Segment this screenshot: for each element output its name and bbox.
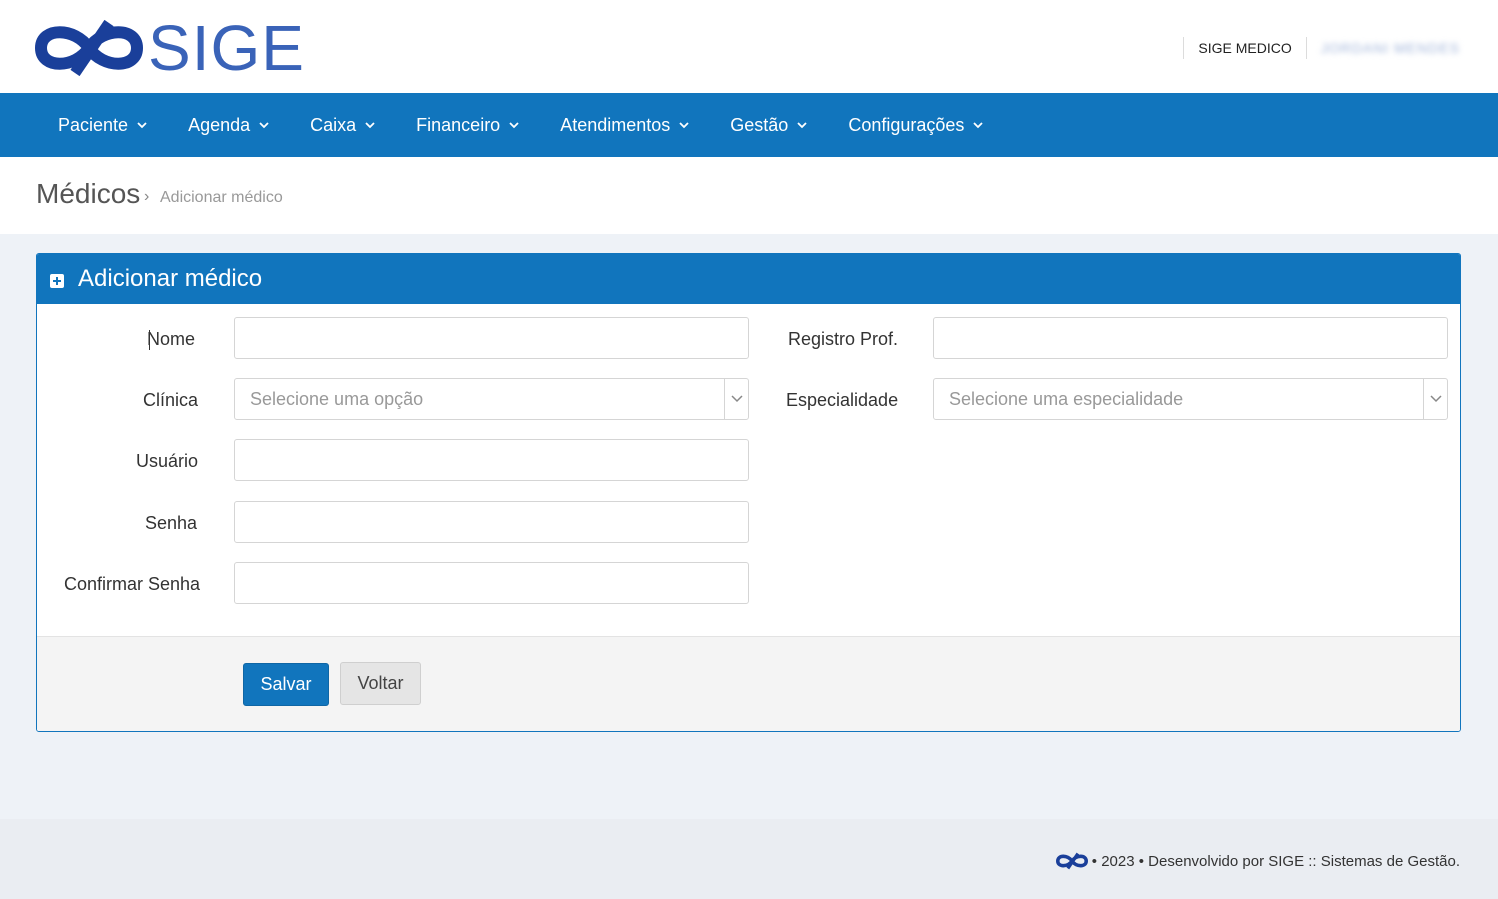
confirmar-senha-field[interactable] [234,562,749,604]
senha-field[interactable] [234,501,749,543]
nav-item-caixa[interactable]: Caixa [290,93,396,157]
top-header: SIGE SIGE MEDICO JORDANI MENDES [0,0,1498,93]
chevron-down-icon [259,122,269,129]
panel-header: Adicionar médico [37,254,1460,304]
nav-item-paciente[interactable]: Paciente [38,93,168,157]
nav-label: Atendimentos [560,114,671,135]
chevron-down-icon [679,122,689,129]
nav-label: Financeiro [416,114,501,135]
user-area: SIGE MEDICO JORDANI MENDES [1169,36,1460,60]
logo-text: SIGE [148,12,305,84]
nav-item-configuracoes[interactable]: Configurações [828,93,1004,157]
especialidade-placeholder: Selecione uma especialidade [949,389,1184,409]
clinica-placeholder: Selecione uma opção [250,389,424,409]
select-arrow[interactable] [724,379,748,419]
sige-logo[interactable]: SIGE [34,12,305,84]
nav-item-gestao[interactable]: Gestão [710,93,828,157]
nav-item-atendimentos[interactable]: Atendimentos [540,93,710,157]
usuario-label: Usuário [136,451,199,471]
nav-label: Configurações [848,114,965,135]
nav-label: Agenda [188,114,251,135]
breadcrumb-separator: › [144,188,150,205]
clinica-select[interactable]: Selecione uma opção [234,378,749,420]
chevron-down-icon [1430,395,1442,403]
main-nav: Paciente Agenda Caixa Financeiro Atendim… [0,93,1498,157]
registro-label: Registro Prof. [788,329,899,349]
panel-title: Adicionar médico [78,265,263,292]
chevron-down-icon [731,395,743,403]
chevron-down-icon [797,122,807,129]
nav-label: Paciente [58,114,129,135]
sige-logo-icon [1055,852,1088,870]
chevron-down-icon [509,122,519,129]
text-caret [149,330,150,350]
select-arrow[interactable] [1423,379,1447,419]
add-doctor-panel: Adicionar médico Nome Clínica Selecione … [36,253,1461,732]
divider [1183,37,1185,59]
nav-item-agenda[interactable]: Agenda [168,93,290,157]
form-actions: Salvar Voltar [37,636,1460,731]
confirmar-senha-label: Confirmar Senha [64,574,201,594]
divider [1305,37,1307,59]
user-name[interactable]: JORDANI MENDES [1321,40,1460,56]
chevron-down-icon [137,122,147,129]
senha-label: Senha [145,513,198,533]
plus-square-icon [50,274,64,288]
nav-label: Gestão [730,114,789,135]
page-footer: • 2023 • Desenvolvido por SIGE :: Sistem… [0,819,1498,899]
clinica-label: Clínica [143,390,199,410]
nome-field[interactable] [234,317,749,359]
save-button[interactable]: Salvar [243,663,329,706]
especialidade-select[interactable]: Selecione uma especialidade [933,378,1448,420]
usuario-field[interactable] [234,439,749,481]
registro-field[interactable] [933,317,1448,359]
chevron-down-icon [365,122,375,129]
nav-label: Caixa [310,114,357,135]
sige-logo-mark [34,19,144,77]
user-label[interactable]: SIGE MEDICO [1198,40,1291,56]
breadcrumb-current: Adicionar médico [160,189,283,206]
nome-label: Nome [147,329,196,349]
nav-item-financeiro[interactable]: Financeiro [396,93,540,157]
footer-text: • 2023 • Desenvolvido por SIGE :: Sistem… [1055,851,1460,871]
especialidade-label: Especialidade [786,390,899,410]
breadcrumb-title[interactable]: Médicos [36,178,140,210]
chevron-down-icon [973,122,984,129]
back-button[interactable]: Voltar [340,662,421,705]
footer-copyright: • 2023 • Desenvolvido por SIGE :: Sistem… [1091,852,1460,870]
